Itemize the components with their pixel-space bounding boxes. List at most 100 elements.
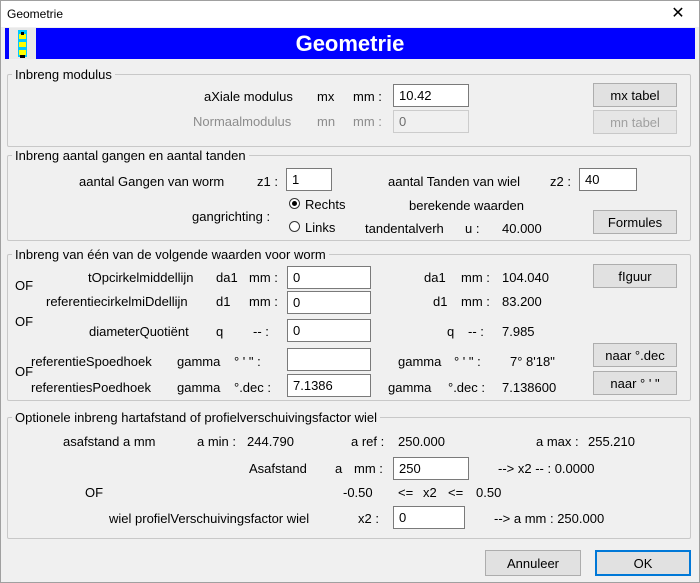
reference-diameter-input[interactable] (287, 291, 371, 314)
ok-button[interactable]: OK (595, 550, 691, 576)
x2-range-var: x2 (423, 485, 437, 500)
z2-input[interactable] (579, 168, 637, 191)
radio-right-label[interactable]: Rechts (305, 197, 345, 212)
lead-angle-dec-input[interactable] (287, 374, 371, 397)
lead-angle-dms-label: referentieSpoedhoek (31, 354, 152, 369)
worm-starts-label: aantal Gangen van worm (79, 174, 225, 189)
z2-symbol: z2 : (550, 174, 571, 189)
a-min-value: 244.790 (247, 434, 294, 449)
profile-shift-label: wiel profielVerschuivingsfactor wiel (109, 511, 310, 526)
center-distance-input[interactable] (393, 457, 469, 480)
mx-table-button[interactable]: mx tabel (593, 83, 677, 107)
banner: Geometrie (5, 28, 695, 59)
title-bar: Geometrie ✕ (1, 1, 699, 27)
z1-symbol: z1 : (257, 174, 278, 189)
modulus-group: Inbreng modulus (7, 67, 691, 147)
center-distance-group-legend: Optionele inbreng hartafstand of profiel… (15, 410, 378, 425)
normal-modulus-input[interactable] (393, 110, 469, 133)
normal-modulus-symbol: mn (317, 114, 336, 129)
tip-diameter-symbol: da1 (216, 270, 238, 285)
lead-angle-dec-label: referentiesPoedhoek (31, 380, 151, 395)
reference-diameter-unit: mm : (249, 294, 278, 309)
axial-modulus-input[interactable] (393, 84, 469, 107)
axial-modulus-unit: mm : (353, 89, 382, 104)
a-max-value: 255.210 (588, 434, 635, 449)
diameter-quotient-unit: -- : (253, 324, 269, 339)
z1-input[interactable] (286, 168, 332, 191)
lead-angle-dms-result: 7° 8'18" (510, 354, 555, 369)
profile-shift-symbol: x2 : (358, 511, 379, 526)
modulus-group-legend: Inbreng modulus (15, 67, 112, 82)
lead-angle-dms-input[interactable] (287, 348, 371, 371)
window-title: Geometrie (7, 7, 64, 21)
lead-angle-dec-result-symbol: gamma (388, 380, 432, 395)
diameter-quotient-input[interactable] (287, 319, 371, 342)
reference-diameter-result: 83.200 (502, 294, 542, 309)
diameter-quotient-result: 7.985 (502, 324, 535, 339)
lead-angle-dec-result: 7.138600 (502, 380, 557, 395)
computed-values-header: berekende waarden (409, 198, 524, 213)
x2-computed-result: --> x2 -- : 0.0000 (498, 461, 595, 476)
radio-left-label[interactable]: Links (305, 220, 335, 235)
lead-angle-dec-unit: °.dec : (234, 380, 271, 395)
center-distance-input-symbol: a (335, 461, 343, 476)
lead-angle-dms-symbol: gamma (177, 354, 221, 369)
x2-range-high: 0.50 (476, 485, 502, 500)
center-distance-range-label: asafstand a mm (63, 434, 156, 449)
center-distance-computed-result: --> a mm : 250.000 (494, 511, 605, 526)
to-decimal-button[interactable]: naar °.dec (593, 343, 677, 367)
ratio-symbol: u : (465, 221, 480, 236)
reference-diameter-result-unit: mm : (461, 294, 490, 309)
radio-left[interactable] (289, 221, 300, 232)
a-max-label: a max : (536, 434, 579, 449)
lead-angle-dec-result-unit: °.dec : (448, 380, 485, 395)
dialog-window: Geometrie ✕ Geometrie Inbreng modulus aX… (0, 0, 700, 583)
figure-button[interactable]: fIguur (593, 264, 677, 288)
center-distance-input-unit: mm : (354, 461, 383, 476)
teeth-group: Inbreng aantal gangen en aantal tanden (7, 148, 691, 241)
tip-diameter-result: 104.040 (502, 270, 549, 285)
diameter-quotient-label: diameterQuotiënt (89, 324, 189, 339)
lead-angle-dms-unit: ° ' " : (234, 354, 261, 369)
a-min-label: a min : (197, 434, 237, 449)
axial-modulus-label: aXiale modulus (204, 89, 293, 104)
reference-diameter-label: referentiecirkelmiDdellijn (46, 294, 188, 309)
normal-modulus-label: Normaalmodulus (193, 114, 292, 129)
axial-modulus-symbol: mx (317, 89, 335, 104)
mn-table-button[interactable]: mn tabel (593, 110, 677, 134)
reference-diameter-result-symbol: d1 (433, 294, 448, 309)
diameter-quotient-symbol: q (216, 324, 224, 339)
to-dms-button[interactable]: naar ° ' " (593, 371, 677, 395)
wheel-teeth-label: aantal Tanden van wiel (388, 174, 521, 189)
profile-shift-input[interactable] (393, 506, 465, 529)
tip-diameter-unit: mm : (249, 270, 278, 285)
tip-diameter-result-unit: mm : (461, 270, 490, 285)
formulas-button[interactable]: Formules (593, 210, 677, 234)
normal-modulus-unit: mm : (353, 114, 382, 129)
diameter-quotient-result-symbol: q (447, 324, 455, 339)
tip-diameter-label: tOpcirkelmiddellijn (88, 270, 194, 285)
teeth-group-legend: Inbreng aantal gangen en aantal tanden (15, 148, 246, 163)
x2-range-op1: <= (398, 485, 414, 500)
close-button[interactable]: ✕ (657, 1, 699, 27)
lead-angle-dms-result-symbol: gamma (398, 354, 442, 369)
x2-range-low: -0.50 (343, 485, 373, 500)
direction-label: gangrichting : (192, 209, 271, 224)
ratio-value: 40.000 (502, 221, 542, 236)
lead-angle-dms-result-unit: ° ' " : (454, 354, 481, 369)
radio-right[interactable] (289, 198, 300, 209)
or-label-1: OF (15, 278, 34, 293)
cancel-button[interactable]: Annuleer (485, 550, 581, 576)
a-ref-value: 250.000 (398, 434, 445, 449)
tip-diameter-input[interactable] (287, 266, 371, 289)
a-ref-label: a ref : (351, 434, 385, 449)
tip-diameter-result-symbol: da1 (424, 270, 446, 285)
center-distance-input-label: Asafstand (249, 461, 307, 476)
reference-diameter-symbol: d1 (216, 294, 231, 309)
banner-title: Geometrie (295, 31, 405, 56)
ratio-label: tandentalverh (365, 221, 444, 236)
worm-group-legend: Inbreng van één van de volgende waarden … (15, 247, 326, 262)
lead-angle-dec-symbol: gamma (177, 380, 221, 395)
diameter-quotient-result-unit: -- : (468, 324, 484, 339)
x2-range-op2: <= (448, 485, 464, 500)
